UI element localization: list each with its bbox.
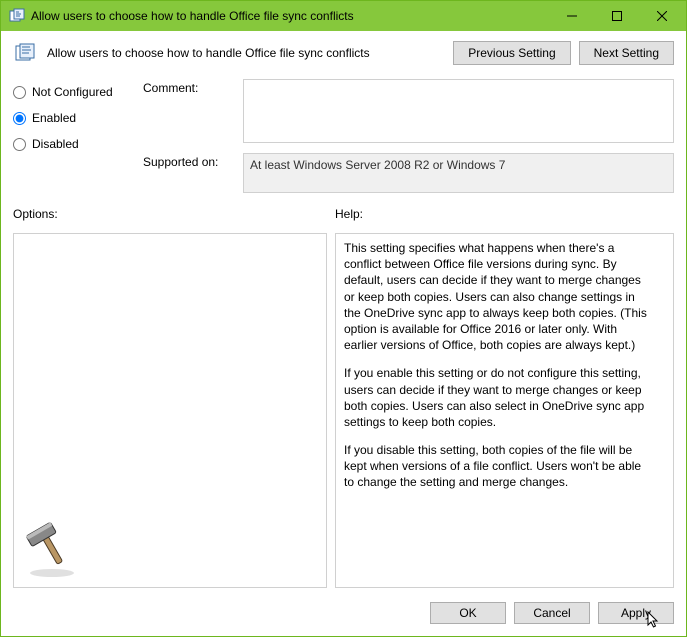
radio-not-configured-label: Not Configured: [32, 85, 113, 99]
header-row: Allow users to choose how to handle Offi…: [13, 41, 674, 71]
fields-column: Comment: Supported on:: [143, 79, 674, 193]
next-setting-button[interactable]: Next Setting: [579, 41, 674, 65]
options-label: Options:: [13, 207, 335, 221]
radio-disabled-label: Disabled: [32, 137, 79, 151]
help-paragraph-2: If you enable this setting or do not con…: [344, 365, 651, 430]
radio-not-configured-input[interactable]: [13, 86, 26, 99]
options-panel: [13, 233, 327, 588]
policy-editor-window: Allow users to choose how to handle Offi…: [0, 0, 687, 637]
comment-label: Comment:: [143, 79, 229, 143]
radio-disabled-input[interactable]: [13, 138, 26, 151]
radio-disabled[interactable]: Disabled: [13, 137, 133, 151]
comment-row: Comment:: [143, 79, 674, 143]
supported-label: Supported on:: [143, 153, 229, 193]
maximize-button[interactable]: [594, 2, 639, 30]
hammer-icon: [22, 519, 82, 579]
nav-buttons: Previous Setting Next Setting: [453, 41, 674, 65]
help-panel[interactable]: This setting specifies what happens when…: [335, 233, 674, 588]
state-radio-group: Not Configured Enabled Disabled: [13, 79, 133, 193]
help-paragraph-1: This setting specifies what happens when…: [344, 240, 651, 353]
footer-buttons: OK Cancel Apply: [13, 596, 674, 624]
apply-button[interactable]: Apply: [598, 602, 674, 624]
top-grid: Not Configured Enabled Disabled Comment:: [13, 79, 674, 193]
window-title: Allow users to choose how to handle Offi…: [31, 9, 549, 23]
radio-enabled-input[interactable]: [13, 112, 26, 125]
policy-icon: [13, 41, 37, 65]
comment-input[interactable]: [243, 79, 674, 143]
panels-row: This setting specifies what happens when…: [13, 233, 674, 588]
policy-title: Allow users to choose how to handle Offi…: [47, 46, 443, 60]
app-icon: [9, 8, 25, 24]
minimize-button[interactable]: [549, 2, 594, 30]
supported-row: Supported on:: [143, 153, 674, 193]
section-labels: Options: Help:: [13, 207, 674, 221]
radio-not-configured[interactable]: Not Configured: [13, 85, 133, 99]
ok-button[interactable]: OK: [430, 602, 506, 624]
radio-enabled[interactable]: Enabled: [13, 111, 133, 125]
content-area: Allow users to choose how to handle Offi…: [1, 31, 686, 636]
previous-setting-button[interactable]: Previous Setting: [453, 41, 570, 65]
supported-on-value: [243, 153, 674, 193]
help-paragraph-3: If you disable this setting, both copies…: [344, 442, 651, 491]
cancel-button[interactable]: Cancel: [514, 602, 590, 624]
help-label: Help:: [335, 207, 363, 221]
close-button[interactable]: [639, 2, 684, 30]
radio-enabled-label: Enabled: [32, 111, 76, 125]
titlebar[interactable]: Allow users to choose how to handle Offi…: [1, 1, 686, 31]
